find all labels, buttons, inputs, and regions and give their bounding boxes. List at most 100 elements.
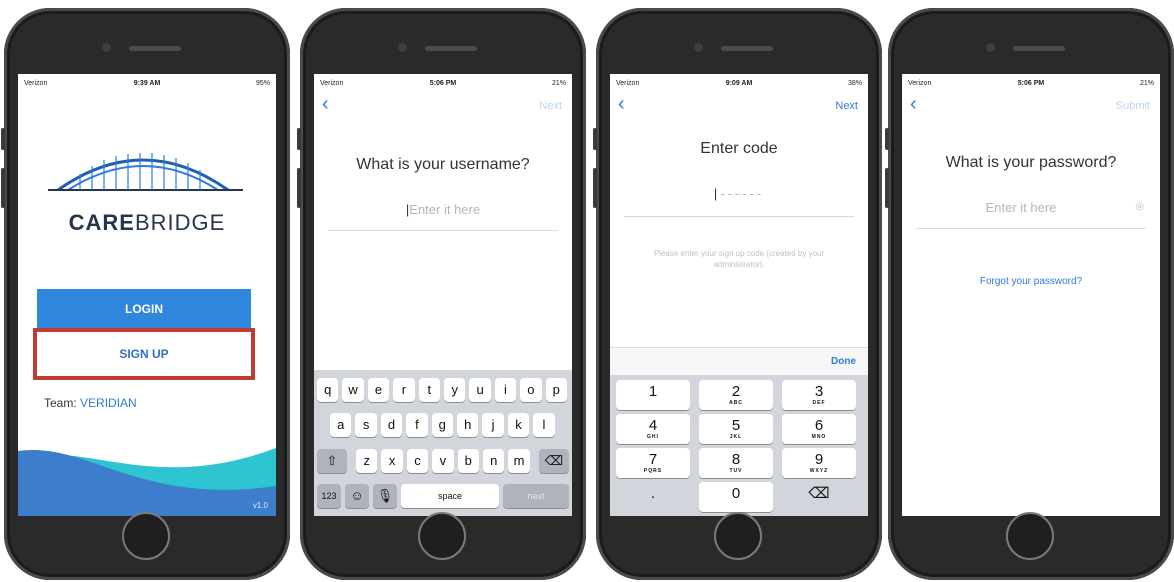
submit-button[interactable]: Submit	[1116, 100, 1150, 112]
username-question: What is your username?	[356, 156, 530, 173]
numpad-letters: GHI	[647, 434, 659, 440]
home-button[interactable]	[418, 512, 466, 560]
camera-icon	[102, 43, 111, 52]
numpad-letters: DEF	[812, 400, 826, 406]
key-e[interactable]: e	[367, 378, 390, 402]
key-z[interactable]: z	[356, 449, 378, 473]
numpad-key[interactable]: 4 GHI	[616, 414, 690, 444]
key-n[interactable]: n	[483, 449, 505, 473]
key-a[interactable]: a	[330, 413, 352, 437]
numpad-digit: 3	[814, 383, 824, 400]
input-underline	[624, 216, 854, 217]
next-button[interactable]: Next	[539, 100, 562, 112]
brand-bridge: BRIDGE	[134, 210, 226, 235]
numpad-letters: TUV	[729, 468, 743, 474]
numpad-key[interactable]: 2 ABC	[699, 380, 773, 410]
numpad-key[interactable]: 3 DEF	[782, 380, 856, 410]
numbers-key[interactable]: 123	[317, 484, 341, 508]
numpad-letters: PQRS	[643, 468, 663, 474]
code-helper-text: Please enter your sign up code (created …	[653, 249, 825, 269]
home-button[interactable]	[1006, 512, 1054, 560]
input-underline	[916, 228, 1146, 229]
chevron-left-icon[interactable]: ‹	[618, 94, 625, 114]
key-s[interactable]: s	[355, 413, 377, 437]
numpad-key[interactable]: 0	[699, 482, 773, 512]
key-r[interactable]: r	[393, 378, 415, 402]
key-m[interactable]: m	[508, 449, 530, 473]
clock: 5:06 PM	[1017, 80, 1045, 87]
numpad-digit: 2	[731, 383, 741, 400]
numpad-key[interactable]: 6 MNO	[782, 414, 856, 444]
password-input[interactable]: Enter it here	[922, 200, 1120, 215]
key-l[interactable]: l	[533, 413, 555, 437]
battery-label: 38%	[847, 80, 862, 87]
eye-icon[interactable]: ◎	[1135, 201, 1144, 212]
shift-key[interactable]: ⇧	[317, 449, 347, 473]
team-label: Team: VERIDIAN	[44, 396, 137, 410]
key-j[interactable]: j	[482, 413, 504, 437]
backspace-icon[interactable]: ⌫	[782, 482, 856, 512]
key-x[interactable]: x	[381, 449, 403, 473]
speaker-grille	[129, 46, 181, 51]
key-o[interactable]: o	[520, 378, 542, 402]
username-input[interactable]: |Enter it here	[334, 202, 552, 217]
key-c[interactable]: c	[406, 449, 429, 473]
key-b[interactable]: b	[457, 449, 479, 473]
space-key[interactable]: space	[401, 484, 499, 508]
username-placeholder: Enter it here	[409, 202, 481, 217]
code-screen: Verizon 9:09 AM 38% ‹ Next Enter code |-…	[610, 74, 868, 516]
key-d[interactable]: d	[380, 413, 403, 437]
volume-button	[1, 168, 5, 208]
sign-up-button[interactable]: SIGN UP	[37, 332, 251, 376]
key-q[interactable]: q	[317, 378, 339, 402]
numpad-letters: MNO	[811, 434, 827, 440]
numpad-key[interactable]: 8 TUV	[699, 448, 773, 478]
chevron-left-icon[interactable]: ‹	[322, 94, 329, 114]
status-bar: Verizon 5:06 PM 21%	[314, 80, 572, 92]
chevron-left-icon[interactable]: ‹	[910, 94, 917, 114]
key-k[interactable]: k	[507, 413, 530, 437]
key-h[interactable]: h	[457, 413, 479, 437]
clock: 9:39 AM	[133, 80, 161, 87]
numpad-key[interactable]: .	[616, 482, 690, 512]
microphone-icon[interactable]: 🎙	[373, 484, 397, 508]
next-key[interactable]: next	[503, 484, 569, 508]
key-i[interactable]: i	[494, 378, 517, 402]
numpad-digit: 5	[731, 417, 741, 434]
home-button[interactable]	[714, 512, 762, 560]
keyboard-accessory-bar: Done	[610, 347, 868, 376]
camera-icon	[986, 43, 995, 52]
phone-username: Verizon 5:06 PM 21% ‹ Next What is your …	[297, 8, 586, 580]
emoji-key[interactable]: ☺	[345, 484, 369, 508]
key-f[interactable]: f	[406, 413, 428, 437]
key-v[interactable]: v	[432, 449, 454, 473]
key-w[interactable]: w	[342, 378, 364, 402]
numpad-digit: 7	[648, 451, 658, 468]
numpad-key[interactable]: 7 PQRS	[616, 448, 690, 478]
code-input[interactable]: |------	[630, 186, 848, 201]
volume-button	[885, 168, 889, 208]
delete-key[interactable]: ⌫	[539, 449, 569, 473]
forgot-password-link[interactable]: Forgot your password?	[902, 276, 1160, 287]
battery-label: 21%	[551, 80, 566, 87]
brand-wordmark: CAREBRIDGE	[18, 210, 276, 236]
key-u[interactable]: u	[469, 378, 491, 402]
numpad-letters: ABC	[729, 400, 743, 406]
key-y[interactable]: y	[444, 378, 466, 402]
mute-switch	[593, 128, 597, 150]
login-button[interactable]: LOGIN	[37, 289, 251, 329]
numpad-digit: 0	[731, 485, 741, 502]
numpad-letters: WXYZ	[809, 468, 829, 474]
numpad-key[interactable]: 1	[616, 380, 690, 410]
numpad-key[interactable]: 9 WXYZ	[782, 448, 856, 478]
next-button[interactable]: Next	[835, 100, 858, 112]
key-g[interactable]: g	[431, 413, 453, 437]
numpad-digit: ⌫	[808, 485, 830, 502]
brand-care: CARE	[68, 210, 135, 235]
key-p[interactable]: p	[545, 378, 567, 402]
home-button[interactable]	[122, 512, 170, 560]
battery-label: 21%	[1139, 80, 1154, 87]
numpad-key[interactable]: 5 JKL	[699, 414, 773, 444]
done-button[interactable]: Done	[831, 356, 856, 367]
key-t[interactable]: t	[418, 378, 440, 402]
